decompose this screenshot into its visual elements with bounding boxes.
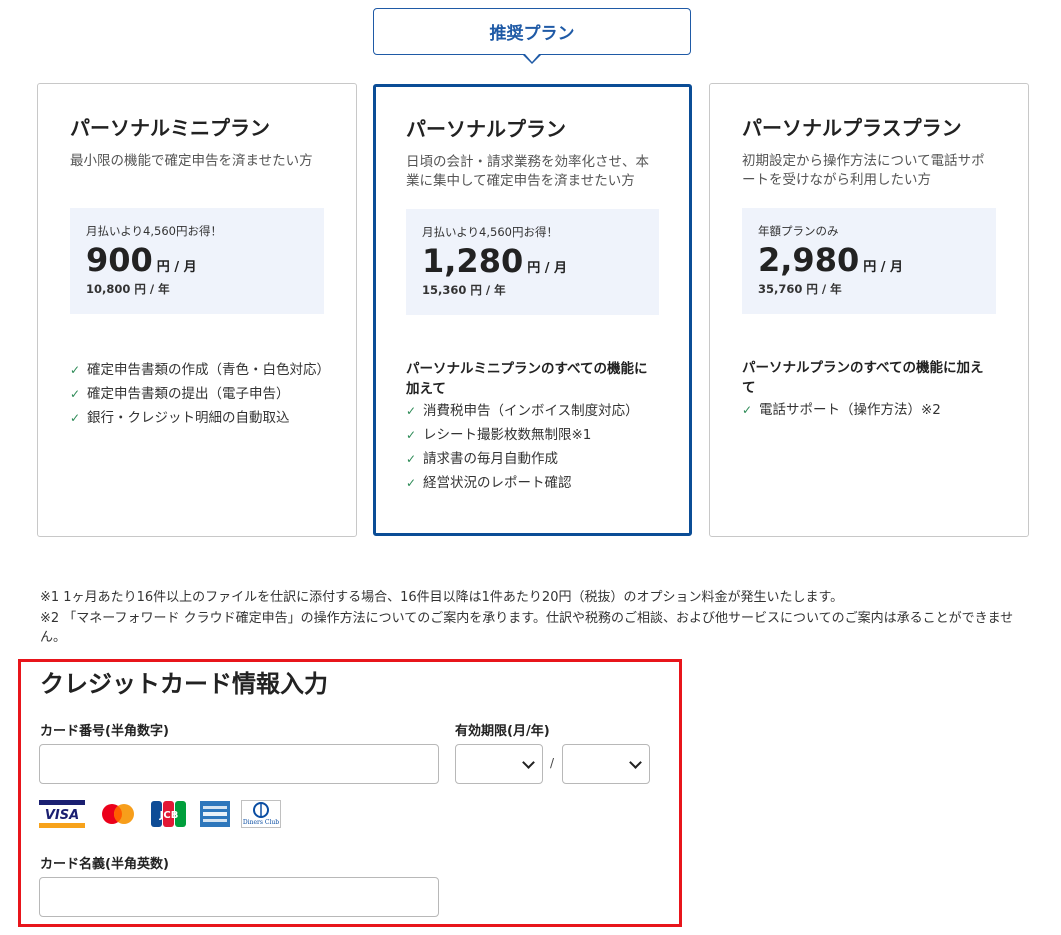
- check-icon: ✓: [406, 476, 417, 490]
- feature-label: 請求書の毎月自動作成: [423, 451, 558, 467]
- check-icon: ✓: [742, 403, 753, 417]
- feature-item: ✓ レシート撮影枚数無制限※1: [406, 423, 659, 447]
- check-icon: ✓: [70, 411, 81, 425]
- plan-card-personal[interactable]: パーソナルプラン 日頃の会計・請求業務を効率化させ、本業に集中して確定申告を済ま…: [373, 84, 692, 536]
- mastercard-icon: [99, 800, 137, 828]
- card-number-input[interactable]: [39, 744, 439, 784]
- feature-item: ✓ 確定申告書類の提出（電子申告）: [70, 382, 324, 406]
- price-monthly: 900 円 / 月: [86, 242, 308, 278]
- feature-item: ✓ 銀行・クレジット明細の自動取込: [70, 406, 324, 430]
- plan-description: 日頃の会計・請求業務を効率化させ、本業に集中して確定申告を済ませたい方: [406, 154, 649, 189]
- plan-name: パーソナルプラン: [406, 117, 566, 141]
- recommended-plan-label: 推奨プラン: [489, 24, 575, 44]
- price-monthly: 2,980 円 / 月: [758, 242, 980, 278]
- visa-icon: VISA: [39, 800, 85, 828]
- plan-card-personal-plus[interactable]: パーソナルプラスプラン 初期設定から操作方法について電話サポートを受けながら利用…: [709, 83, 1029, 537]
- chevron-down-icon: [522, 756, 535, 769]
- price-amount: 900: [86, 241, 153, 279]
- diners-club-icon: Diners Club: [241, 800, 281, 828]
- features-heading: パーソナルミニプランのすべての機能に加えて: [406, 361, 648, 397]
- plan-name: パーソナルプラスプラン: [742, 116, 962, 140]
- svg-text:VISA: VISA: [45, 808, 79, 823]
- amex-icon: [200, 800, 230, 828]
- price-unit: 円 / 月: [863, 260, 904, 275]
- price-box: 月払いより4,560円お得！ 1,280 円 / 月 15,360 円 / 年: [406, 209, 659, 315]
- feature-list: ✓ 確定申告書類の作成（青色・白色対応） ✓ 確定申告書類の提出（電子申告） ✓ 銀行…: [70, 358, 330, 430]
- recommended-plan-badge: 推奨プラン: [373, 8, 691, 55]
- feature-item: ✓ 請求書の毎月自動作成: [406, 447, 659, 471]
- card-holder-input[interactable]: [39, 877, 439, 917]
- features-heading: パーソナルプランのすべての機能に加えて: [742, 360, 984, 396]
- card-number-label: カード番号(半角数字): [40, 724, 169, 739]
- badge-pointer-fill: [525, 54, 539, 62]
- price-yearly: 10,800 円 / 年: [86, 282, 170, 296]
- card-holder-label: カード名義(半角英数): [40, 857, 169, 872]
- footnotes: ※1 1ヶ月あたり16件以上のファイルを仕訳に添付する場合、16件目以降は1件あ…: [40, 588, 1030, 649]
- plan-card-personal-mini[interactable]: パーソナルミニプラン 最小限の機能で確定申告を済ませたい方 月払いより4,560…: [37, 83, 357, 537]
- feature-label: 確定申告書類の作成（青色・白色対応）: [87, 362, 330, 378]
- check-icon: ✓: [406, 428, 417, 442]
- jcb-icon: JCB: [151, 800, 187, 828]
- feature-item: ✓ 消費税申告（インボイス制度対応）: [406, 399, 659, 423]
- price-unit: 円 / 月: [527, 261, 568, 276]
- price-note: 月払いより4,560円お得！: [422, 225, 558, 239]
- feature-label: 電話サポート（操作方法）※2: [759, 402, 941, 418]
- price-box: 月払いより4,560円お得！ 900 円 / 月 10,800 円 / 年: [70, 208, 324, 314]
- expiry-year-select[interactable]: [562, 744, 650, 784]
- feature-label: 経営状況のレポート確認: [423, 475, 572, 491]
- price-amount: 2,980: [758, 241, 860, 279]
- feature-label: 確定申告書類の提出（電子申告）: [87, 386, 290, 402]
- chevron-down-icon: [629, 756, 642, 769]
- price-unit: 円 / 月: [156, 260, 197, 275]
- expiry-separator: /: [550, 756, 555, 770]
- check-icon: ✓: [70, 363, 81, 377]
- expiry-month-select[interactable]: [455, 744, 543, 784]
- feature-label: レシート撮影枚数無制限※1: [423, 427, 592, 443]
- svg-text:JCB: JCB: [159, 810, 179, 821]
- feature-item: ✓ 確定申告書類の作成（青色・白色対応）: [70, 358, 330, 382]
- price-note: 月払いより4,560円お得！: [86, 224, 222, 238]
- check-icon: ✓: [406, 452, 417, 466]
- price-monthly: 1,280 円 / 月: [422, 243, 643, 279]
- feature-item: ✓ 経営状況のレポート確認: [406, 471, 659, 495]
- price-yearly: 35,760 円 / 年: [758, 282, 842, 296]
- feature-list: ✓ 消費税申告（インボイス制度対応） ✓ レシート撮影枚数無制限※1 ✓ 請求書の毎月…: [406, 399, 659, 495]
- footnote-2: ※2 「マネーフォワード クラウド確定申告」の操作方法についてのご案内を承ります…: [40, 611, 1014, 645]
- check-icon: ✓: [70, 387, 81, 401]
- feature-list: ✓ 電話サポート（操作方法）※2: [742, 398, 996, 422]
- svg-text:Diners Club: Diners Club: [243, 819, 279, 826]
- expiry-label: 有効期限(月/年): [455, 724, 550, 739]
- credit-card-section-title: クレジットカード情報入力: [40, 670, 328, 698]
- plan-description: 初期設定から操作方法について電話サポートを受けながら利用したい方: [742, 153, 985, 188]
- feature-label: 銀行・クレジット明細の自動取込: [87, 410, 290, 426]
- price-yearly: 15,360 円 / 年: [422, 283, 506, 297]
- price-amount: 1,280: [422, 242, 524, 280]
- feature-label: 消費税申告（インボイス制度対応）: [423, 403, 639, 419]
- feature-item: ✓ 電話サポート（操作方法）※2: [742, 398, 996, 422]
- price-box: 年額プランのみ 2,980 円 / 月 35,760 円 / 年: [742, 208, 996, 314]
- price-note: 年額プランのみ: [758, 224, 839, 238]
- check-icon: ✓: [406, 404, 417, 418]
- footnote-1: ※1 1ヶ月あたり16件以上のファイルを仕訳に添付する場合、16件目以降は1件あ…: [40, 590, 844, 605]
- plan-description: 最小限の機能で確定申告を済ませたい方: [70, 153, 313, 169]
- plan-name: パーソナルミニプラン: [70, 116, 270, 140]
